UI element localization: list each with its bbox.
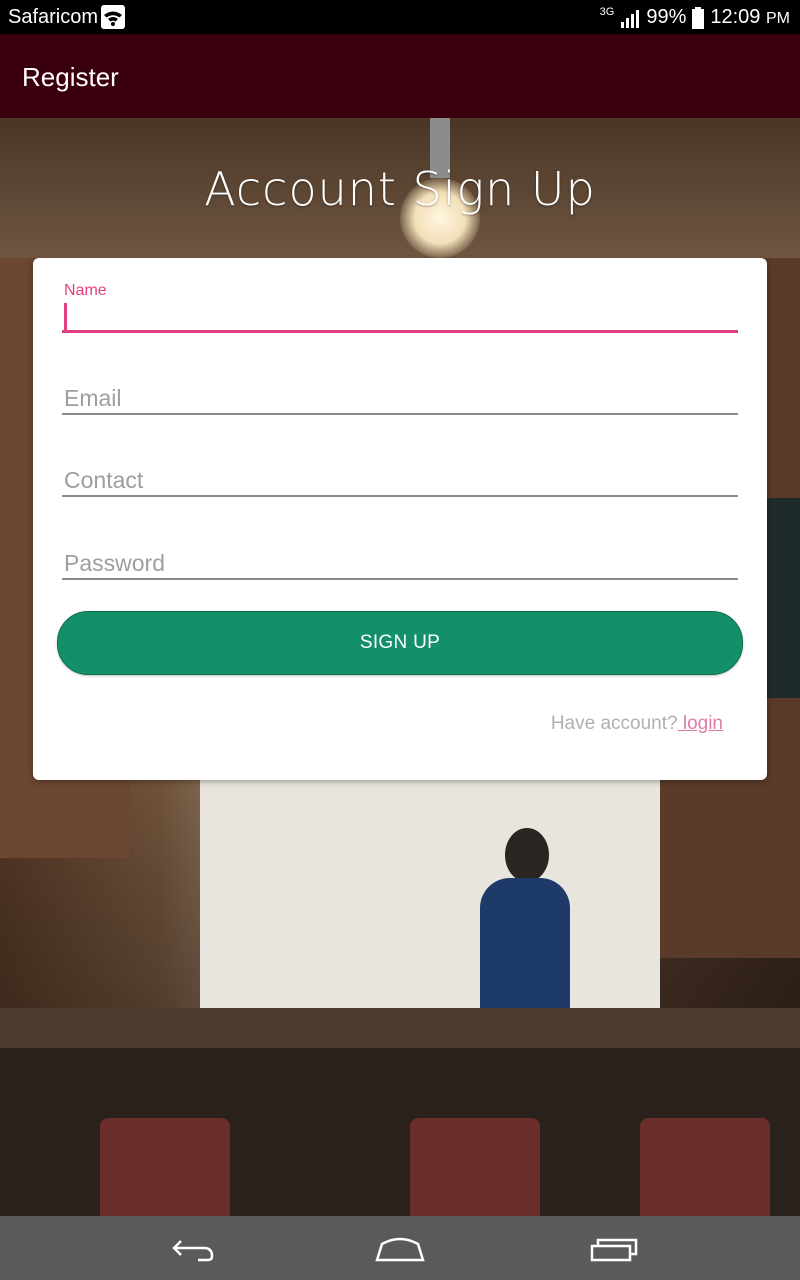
name-underline <box>62 330 738 333</box>
recents-icon[interactable] <box>588 1232 640 1264</box>
home-icon[interactable] <box>374 1232 426 1264</box>
password-field[interactable] <box>62 547 740 581</box>
name-field[interactable]: Name <box>62 282 740 334</box>
signup-card: Name SIGN UP Have account? login <box>33 258 767 780</box>
app-bar: Register <box>0 34 800 118</box>
password-underline <box>62 578 738 580</box>
signup-button[interactable]: SIGN UP <box>57 611 743 675</box>
have-account-text: Have account? <box>550 713 678 734</box>
status-bar: Safaricom 3G 99% 12:09 PM <box>0 0 800 34</box>
password-input[interactable] <box>62 547 740 579</box>
clock: 12:09 PM <box>710 6 790 28</box>
contact-field[interactable] <box>62 464 740 498</box>
contact-input[interactable] <box>62 464 740 496</box>
battery-percent: 99% <box>646 6 687 28</box>
page-heading: Account Sign Up <box>204 162 596 216</box>
name-label: Name <box>64 282 107 299</box>
wifi-icon <box>101 5 125 29</box>
carrier-name: Safaricom <box>8 6 99 28</box>
name-input[interactable] <box>62 304 740 332</box>
email-field[interactable] <box>62 382 740 416</box>
contact-underline <box>62 495 738 497</box>
email-underline <box>62 413 738 415</box>
login-link[interactable]: login <box>678 713 723 734</box>
login-prompt: Have account? login <box>551 713 723 735</box>
network-type: 3G <box>599 5 615 18</box>
email-input[interactable] <box>62 382 740 414</box>
app-bar-title: Register <box>22 62 119 92</box>
signal-icon <box>621 9 640 28</box>
back-icon[interactable] <box>164 1232 216 1264</box>
battery-icon <box>692 6 705 29</box>
navigation-bar <box>0 1216 800 1280</box>
